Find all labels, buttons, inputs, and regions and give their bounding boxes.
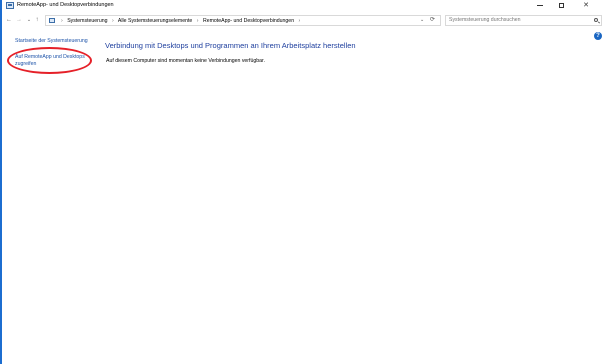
address-bar[interactable]: › Systemsteuerung › Alle Systemsteuerung…: [45, 15, 441, 26]
forward-button[interactable]: →: [15, 16, 23, 25]
access-remoteapp-link[interactable]: Auf RemoteApp und Desktops zugreifen: [15, 54, 95, 67]
maximize-button[interactable]: [551, 0, 571, 12]
window-title: RemoteApp- und Desktopverbindungen: [17, 2, 114, 8]
search-input[interactable]: [449, 16, 589, 25]
chevron-down-icon: ⌄: [26, 17, 32, 23]
control-panel-home-link[interactable]: Startseite der Systemsteuerung: [15, 38, 88, 44]
breadcrumb-item-systemsteuerung[interactable]: Systemsteuerung: [67, 18, 107, 24]
status-message: Auf diesem Computer sind momentan keine …: [106, 58, 265, 64]
search-icon[interactable]: [594, 18, 598, 22]
control-panel-icon: [49, 18, 55, 23]
arrow-right-icon: →: [16, 17, 22, 23]
breadcrumb-separator: ›: [196, 18, 199, 24]
page-title: Verbindung mit Desktops und Programmen a…: [105, 41, 356, 50]
control-panel-window: RemoteApp- und Desktopverbindungen ✕ ← →…: [0, 0, 604, 364]
breadcrumb-separator: ›: [112, 18, 114, 24]
help-icon[interactable]: ?: [594, 32, 602, 40]
recent-locations-button[interactable]: ⌄: [25, 16, 33, 25]
breadcrumb-separator: ›: [61, 18, 63, 24]
arrow-up-icon: ↑: [35, 17, 39, 23]
title-bar[interactable]: RemoteApp- und Desktopverbindungen ✕: [2, 0, 604, 12]
breadcrumb-separator: ›: [298, 18, 301, 24]
maximize-icon: [558, 2, 564, 8]
close-button[interactable]: ✕: [576, 0, 596, 12]
refresh-button[interactable]: ⟳: [430, 16, 435, 25]
arrow-left-icon: ←: [6, 17, 12, 23]
minimize-icon: [537, 4, 543, 6]
breadcrumb-item-remoteapp[interactable]: RemoteApp- und Desktopverbindungen: [203, 18, 294, 24]
navigation-bar: ← → ⌄ ↑ › Systemsteuerung › Alle Systems…: [2, 13, 604, 29]
minimize-button[interactable]: [530, 0, 550, 12]
back-button[interactable]: ←: [5, 16, 13, 25]
breadcrumb: › Systemsteuerung › Alle Systemsteuerung…: [58, 17, 303, 25]
control-panel-icon: [6, 2, 14, 9]
task-pane: Startseite der Systemsteuerung Auf Remot…: [2, 30, 100, 364]
breadcrumb-item-all-items[interactable]: Alle Systemsteuerungselemente: [118, 18, 192, 24]
chevron-down-icon: ⌄: [420, 17, 425, 23]
search-box[interactable]: [445, 15, 602, 26]
main-content: Verbindung mit Desktops und Programmen a…: [100, 30, 594, 364]
close-icon: ✕: [583, 2, 589, 9]
up-button[interactable]: ↑: [33, 16, 41, 25]
refresh-icon: ⟳: [430, 17, 436, 23]
address-dropdown-button[interactable]: ⌄: [420, 16, 424, 25]
